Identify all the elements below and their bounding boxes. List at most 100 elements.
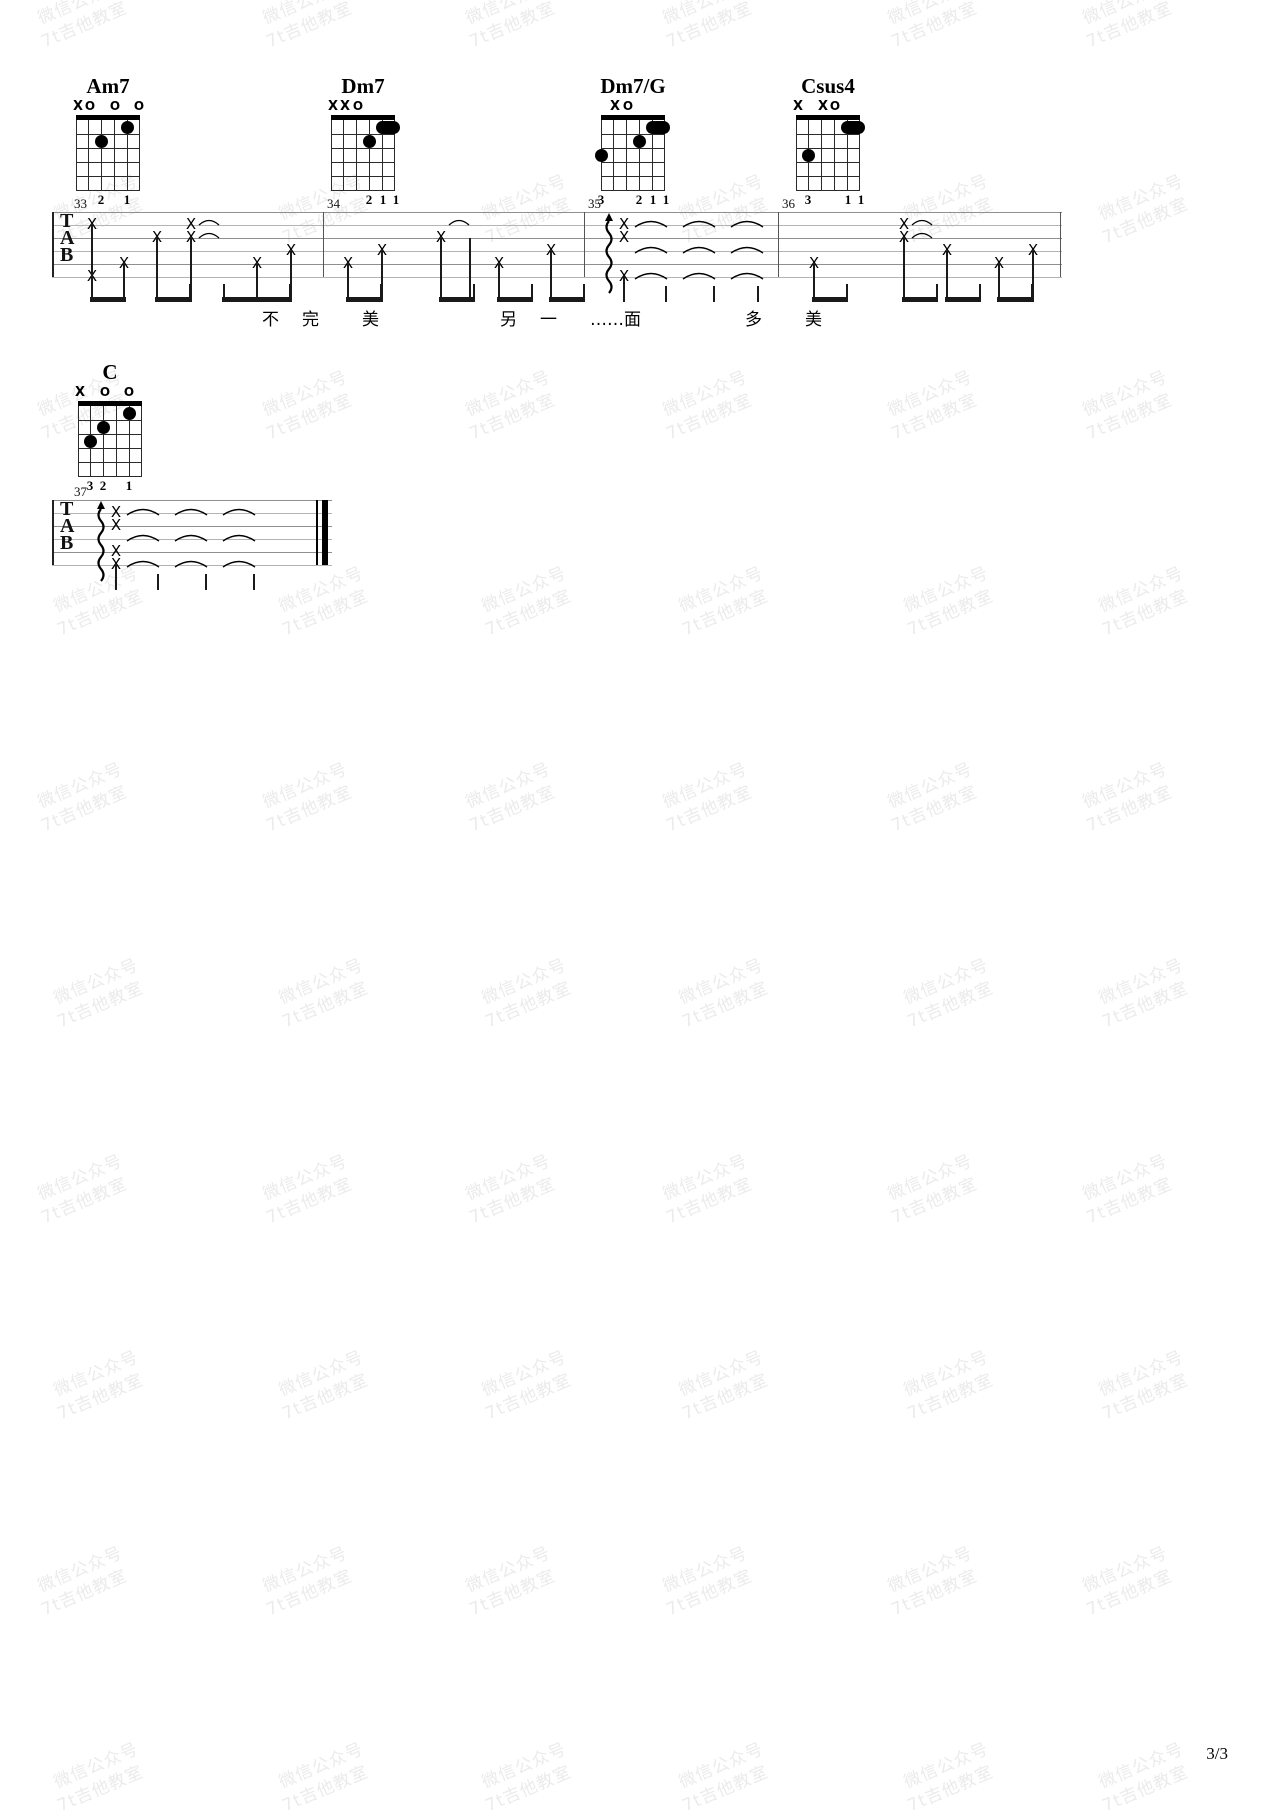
beam (997, 297, 1033, 302)
watermark-text: 微信公众号 7t吉他教室 (260, 1151, 356, 1229)
note-stem (936, 284, 938, 302)
watermark-text: 微信公众号 7t吉他教室 (660, 759, 756, 837)
watermark-text: 微信公众号 7t吉他教室 (479, 955, 575, 1033)
slur-arc (222, 504, 256, 516)
page-number: 3/3 (1206, 1744, 1228, 1763)
rhythm-tick (157, 574, 159, 590)
watermark-text: 微信公众号 7t吉他教室 (660, 1151, 756, 1229)
watermark-text: 微信公众号 7t吉他教室 (463, 367, 559, 445)
watermark-text: 微信公众号 7t吉他教室 (51, 1739, 147, 1810)
watermark-text: 微信公众号 7t吉他教室 (676, 563, 772, 641)
watermark-text: 微信公众号 7t吉他教室 (1080, 759, 1176, 837)
beam (255, 297, 291, 302)
note-stem (846, 284, 848, 302)
nut (78, 401, 142, 406)
watermark-text: 微信公众号 7t吉他教室 (35, 1543, 131, 1621)
watermark-text: 微信公众号 7t吉他教室 (276, 1347, 372, 1425)
watermark-text: 微信公众号 7t吉他教室 (901, 563, 997, 641)
open-marker-string-6: X (74, 385, 86, 400)
slur-arc (222, 556, 256, 568)
note-stem (531, 284, 533, 302)
finger-numbers-c: 3 2 1 (78, 479, 142, 495)
watermark-text: 微信公众号 7t吉他教室 (260, 367, 356, 445)
watermark-text: 微信公众号 7t吉他教室 (885, 1151, 981, 1229)
beam (812, 297, 848, 302)
note-stem (223, 284, 225, 302)
fretboard-grid-c (78, 401, 142, 477)
beam (497, 297, 533, 302)
watermark-text: 微信公众号 7t吉他教室 (1080, 367, 1176, 445)
watermark-text: 微信公众号 7t吉他教室 (1080, 1151, 1176, 1229)
watermark-text: 微信公众号 7t吉他教室 (276, 1739, 372, 1810)
finger-dot (122, 406, 136, 420)
watermark-text: 微信公众号 7t吉他教室 (901, 1739, 997, 1810)
rhythm-tick (665, 286, 667, 302)
rhythm-tick (623, 286, 625, 302)
slur-arc (682, 268, 716, 280)
watermark-text: 微信公众号 7t吉他教室 (1096, 1347, 1192, 1425)
finger-number: 1 (125, 478, 133, 493)
watermark-text: 微信公众号 7t吉他教室 (1080, 1543, 1176, 1621)
watermark-text: 微信公众号 7t吉他教室 (463, 759, 559, 837)
note-stem (583, 284, 585, 302)
beam (902, 297, 938, 302)
watermark-text: 微信公众号 7t吉他教室 (260, 1543, 356, 1621)
watermark-text: 微信公众号 7t吉他教室 (479, 563, 575, 641)
lyric-syllable: 不 (262, 310, 279, 330)
slur-arc (634, 268, 668, 280)
strum-arrow (94, 497, 108, 585)
rhythm-tick (115, 574, 117, 590)
watermark-text: 微信公众号 7t吉他教室 (463, 1151, 559, 1229)
watermark-text: 微信公众号 7t吉他教室 (885, 759, 981, 837)
rhythm-tick (713, 286, 715, 302)
final-barline-thick (322, 500, 328, 565)
slur-arc (126, 530, 160, 542)
music-system-2: C X O O 3 2 1 T A B 37 X X X (0, 0, 1280, 590)
watermark-text: 微信公众号 7t吉他教室 (885, 1543, 981, 1621)
watermark-text: 微信公众号 7t吉他教室 (676, 1347, 772, 1425)
beam (945, 297, 981, 302)
lyric-syllable: 一 (540, 310, 557, 330)
lyric-syllable: 完 (302, 310, 319, 330)
measure-number-37: 37 (74, 484, 87, 499)
lyric-syllable: ……面 (590, 310, 641, 330)
slur-arc (126, 556, 160, 568)
beam (222, 297, 258, 302)
lyric-syllable: 美 (805, 310, 822, 330)
open-marker-string-2: O (123, 385, 135, 399)
note-stem (473, 284, 475, 302)
slur-arc (730, 268, 764, 280)
chord-name-c: C (102, 360, 118, 384)
watermark-text: 微信公众号 7t吉他教室 (35, 759, 131, 837)
watermark-text: 微信公众号 7t吉他教室 (35, 1151, 131, 1229)
slur-arc (174, 530, 208, 542)
chord-diagram-c: C X O O 3 2 1 (62, 362, 158, 495)
watermark-text: 微信公众号 7t吉他教室 (463, 1543, 559, 1621)
slur-arc (174, 556, 208, 568)
finger-dot (83, 434, 97, 448)
watermark-text: 微信公众号 7t吉他教室 (660, 367, 756, 445)
rhythm-tick (253, 574, 255, 590)
tab-clef-letters: TAB (60, 498, 75, 554)
watermark-text: 微信公众号 7t吉他教室 (1096, 1739, 1192, 1810)
open-string-markers-c: X O O (75, 385, 142, 401)
final-barline-thin (316, 500, 318, 565)
system-start-barline (52, 500, 54, 565)
watermark-text: 微信公众号 7t吉他教室 (479, 1739, 575, 1810)
watermark-text: 微信公众号 7t吉他教室 (276, 955, 372, 1033)
watermark-text: 微信公众号 7t吉他教室 (260, 759, 356, 837)
watermark-text: 微信公众号 7t吉他教室 (901, 955, 997, 1033)
lyric-syllable: 多 (745, 310, 762, 330)
watermark-text: 微信公众号 7t吉他教室 (660, 1543, 756, 1621)
beam (346, 297, 382, 302)
watermark-text: 微信公众号 7t吉他教室 (1096, 955, 1192, 1033)
mute-x: X (110, 516, 122, 534)
beam (155, 297, 191, 302)
tab-staff-2: TAB 37 X X X X (52, 484, 332, 590)
slur-arc (222, 530, 256, 542)
watermark-text: 微信公众号 7t吉他教室 (676, 1739, 772, 1810)
watermark-text: 微信公众号 7t吉他教室 (676, 955, 772, 1033)
lyric-syllable: 美 (362, 310, 379, 330)
beam (90, 297, 126, 302)
sheet-music-page: 微信公众号 7t吉他教室 微信公众号 7t吉他教室 微信公众号 7t吉他教室 微信公众号 7t… (0, 0, 1280, 1810)
